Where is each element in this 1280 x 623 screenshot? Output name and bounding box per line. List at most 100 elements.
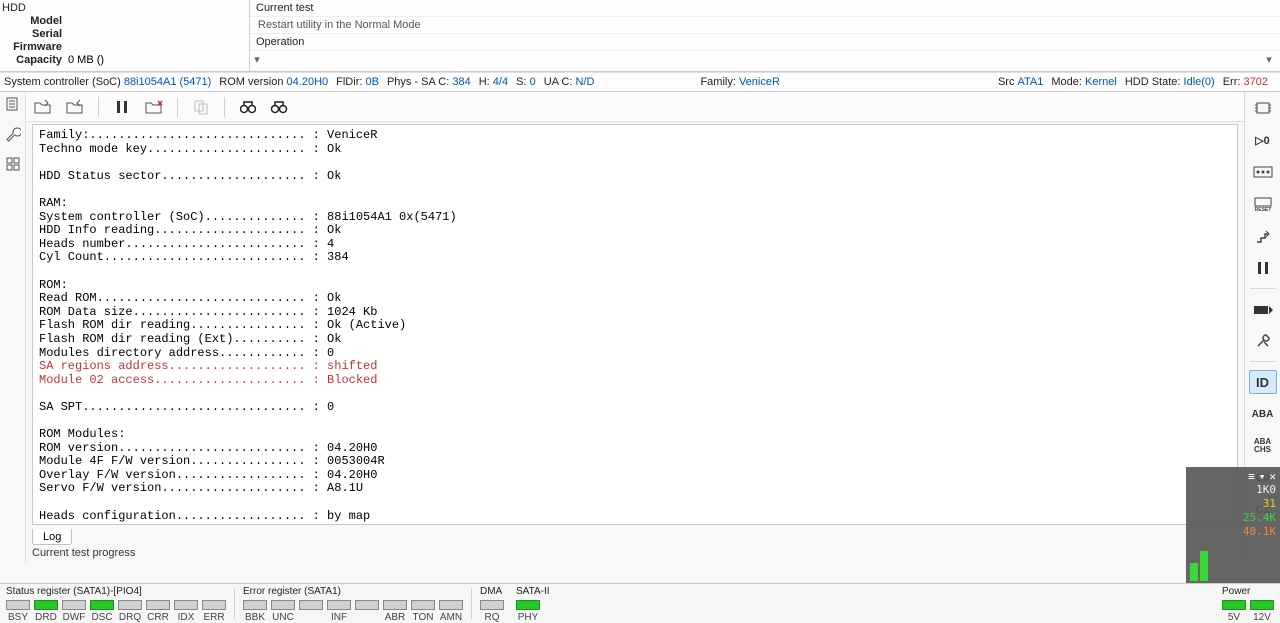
model-label: Model [0,15,68,28]
overlay-menu-icon[interactable]: ≡ [1248,470,1255,483]
svg-text:RESET: RESET [1254,207,1271,212]
log-line [39,414,1231,428]
tools-icon [1255,333,1271,349]
bit-label: 12V [1253,612,1271,623]
scroll-tool-icon[interactable] [3,94,23,114]
overlay-value-3: 25.4K [1190,511,1276,525]
errreg-bit-inf: INF [327,600,351,623]
bit-label: IDX [178,612,195,623]
mode-value: Kernel [1085,76,1117,88]
power-bit-5v: 5V [1222,600,1246,623]
overlay-bars [1190,541,1208,581]
firmware-label: Firmware [0,41,68,54]
bit-indicator [516,600,540,610]
uac-label: UA C: [544,76,573,88]
bit-label: BBK [245,612,265,623]
io-button[interactable]: ▷0 [1249,128,1277,152]
pause-icon [115,100,129,114]
stats-overlay[interactable]: ≡ ▾ ✕ 1K0 31 25.4K 40.1K [1186,467,1280,583]
statusreg-bit-drq: DRQ [118,600,142,623]
sata2-bit-phy: PHY [516,600,540,623]
id-button[interactable]: ID [1249,370,1277,394]
play-drive-button[interactable] [1249,297,1277,321]
log-line [39,387,1231,401]
bit-indicator [271,600,295,610]
bit-indicator [90,600,114,610]
drive-play-icon [1253,302,1273,316]
log-line: SA regions address................... : … [39,360,1231,374]
copy-icon [193,99,209,115]
statusreg-bit-idx: IDX [174,600,198,623]
restart-mode-text: Restart utility in the Normal Mode [250,19,1280,31]
save-button[interactable] [64,96,86,118]
copy-button[interactable] [190,96,212,118]
bit-indicator [439,600,463,610]
error-register-title: Error register (SATA1) [243,586,463,598]
stop-save-button[interactable] [143,96,165,118]
capacity-label: Capacity [0,54,68,67]
hddstate-label: HDD State: [1125,76,1181,88]
log-line: RAM: [39,197,1231,211]
dma-bit-rq: RQ [480,600,504,623]
reset-button[interactable]: RESET [1249,192,1277,216]
src-label: Src [998,76,1015,88]
bit-label: DRQ [119,612,141,623]
log-line: Flash ROM dir reading (Ext).......... : … [39,333,1231,347]
bit-label: BSY [8,612,28,623]
statusreg-bit-crr: CRR [146,600,170,623]
bit-indicator [1222,600,1246,610]
aba-button[interactable]: ABA [1249,402,1277,426]
bit-label: ERR [203,612,224,623]
overlay-value-1: 1K0 [1190,483,1276,497]
firmware-value [68,41,245,54]
log-line: Flash ROM dir reading................ : … [39,319,1231,333]
main-column: Family:.............................. : … [26,92,1244,563]
errreg-bit-unc: UNC [271,600,295,623]
chip-icon [1254,100,1272,116]
bit-label: AMN [440,612,462,623]
aba-chs-button[interactable]: ABA CHS [1249,434,1277,458]
log-line: ROM version.......................... : … [39,442,1231,456]
pause-button[interactable] [111,96,133,118]
test-dropdown-2[interactable]: ▾ [1262,53,1276,67]
tools-button[interactable] [1249,329,1277,353]
chip-button[interactable] [1249,96,1277,120]
log-line: Module 4F F/W version................ : … [39,455,1231,469]
open-button[interactable] [32,96,54,118]
s-value: 0 [530,76,536,88]
log-line: HDD Info reading..................... : … [39,224,1231,238]
errreg-bit-amn: AMN [439,600,463,623]
scroll-icon [5,96,21,112]
find-next-button[interactable] [269,96,291,118]
bit-indicator [480,600,504,610]
pause2-icon [1257,262,1269,274]
hddstate-value: Idle(0) [1184,76,1215,88]
uac-value: N/D [575,76,594,88]
status-bar: Status register (SATA1)-[PIO4] BSYDRDDWF… [0,583,1280,623]
wrench-tool-icon[interactable] [3,124,23,144]
overlay-minimize-icon[interactable]: ▾ [1259,470,1266,483]
test-dropdown-1[interactable]: ▾ [250,53,264,67]
bit-indicator [1250,600,1274,610]
up-button[interactable] [1249,224,1277,248]
overlay-close-icon[interactable]: ✕ [1269,470,1276,483]
pause-run-button[interactable] [1249,256,1277,280]
err-value: 3702 [1244,76,1268,88]
tab-log[interactable]: Log [32,529,72,545]
log-text[interactable]: Family:.............................. : … [33,125,1237,524]
errreg-bit-blank [299,600,323,623]
grid-tool-icon[interactable] [3,154,23,174]
wrench-icon [5,126,21,142]
log-line: Servo F/W version.................... : … [39,482,1231,496]
find-button[interactable] [237,96,259,118]
s-label: S: [516,76,526,88]
statusreg-bit-drd: DRD [34,600,58,623]
serial-label: Serial [0,28,68,41]
log-line: ROM: [39,279,1231,293]
overlay-value-2: 31 [1190,497,1276,511]
bit-label: ABR [385,612,406,623]
step-up-icon [1255,228,1271,244]
bit-indicator [146,600,170,610]
board-button[interactable] [1249,160,1277,184]
log-line: ROM Data size........................ : … [39,306,1231,320]
